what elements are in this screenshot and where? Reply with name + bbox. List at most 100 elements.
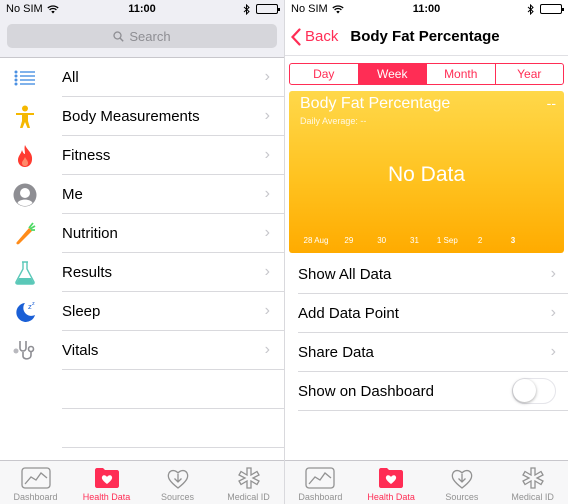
tab-label: Dashboard [13, 492, 58, 502]
category-label: All [62, 68, 79, 86]
empty-row [62, 409, 284, 448]
category-list: All › Body Measurements › Fitness › Me › Nut… [0, 58, 284, 448]
body-fat-chart: Body Fat Percentage -- Daily Average: --… [289, 91, 564, 253]
dashboard-chart-icon [305, 464, 336, 492]
show-on-dashboard-row: Show on Dashboard [298, 372, 568, 411]
show-on-dashboard-toggle[interactable] [512, 378, 556, 404]
page-title: Body Fat Percentage [350, 28, 500, 45]
tab-health-data[interactable]: Health Data [356, 461, 427, 504]
tab-label: Medical ID [227, 492, 270, 502]
search-icon [113, 30, 125, 42]
action-label: Show All Data [298, 265, 392, 283]
sources-heart-icon [450, 464, 474, 492]
tab-sources[interactable]: Sources [427, 461, 498, 504]
category-label: Fitness [62, 146, 111, 164]
category-label: Me [62, 185, 83, 203]
tab-sources[interactable]: Sources [142, 461, 213, 504]
x-tick-label: 30 [377, 236, 387, 245]
period-segment-container: Day Week Month Year [285, 56, 568, 89]
body-fat-detail-screen: No SIM 11:00 Back Body Fat Percentage Da… [284, 0, 568, 504]
medical-star-icon [521, 464, 545, 492]
chevron-right-icon: › [264, 185, 270, 202]
bluetooth-icon [243, 3, 250, 15]
category-label: Vitals [62, 341, 99, 359]
no-data-message: No Data [387, 163, 466, 186]
category-item-vitals[interactable]: Vitals › [0, 331, 284, 370]
status-right-icons [527, 3, 564, 15]
segment-week[interactable]: Week [357, 64, 426, 84]
tab-label: Sources [160, 492, 195, 502]
svg-text:z: z [32, 301, 35, 307]
navigation-bar: Back Body Fat Percentage [285, 18, 568, 56]
x-tick-label: 1 Sep [436, 236, 458, 245]
bluetooth-icon [527, 3, 534, 15]
show-all-data-row[interactable]: Show All Data › [298, 255, 568, 294]
chevron-right-icon: › [550, 343, 556, 360]
segment-year[interactable]: Year [494, 64, 564, 84]
chevron-right-icon: › [264, 341, 270, 358]
medical-star-icon [237, 464, 261, 492]
search-placeholder: Search [129, 28, 171, 44]
search-input[interactable]: Search [7, 24, 277, 48]
flame-icon [0, 144, 50, 168]
status-bar: No SIM 11:00 [285, 0, 568, 18]
x-tick-label: 29 [344, 236, 354, 245]
category-item-sleep[interactable]: zz Sleep › [0, 292, 284, 331]
category-label: Sleep [62, 302, 101, 320]
action-label: Show on Dashboard [298, 382, 434, 400]
chart-current-value: -- [546, 95, 556, 111]
stethoscope-icon [0, 339, 50, 363]
health-folder-icon [94, 464, 120, 492]
carrier-label: No SIM [6, 3, 43, 15]
tab-label: Sources [445, 492, 479, 502]
empty-row [62, 370, 284, 409]
category-item-body-measurements[interactable]: Body Measurements › [0, 97, 284, 136]
wifi-icon [332, 4, 344, 13]
carrier-label: No SIM [291, 3, 328, 15]
category-item-nutrition[interactable]: Nutrition › [0, 214, 284, 253]
chevron-right-icon: › [264, 107, 270, 124]
chart-title: Body Fat Percentage [300, 95, 451, 112]
tab-medical-id[interactable]: Medical ID [213, 461, 284, 504]
category-label: Results [62, 263, 113, 281]
chevron-right-icon: › [264, 302, 270, 319]
body-figure-icon [0, 105, 50, 129]
category-item-results[interactable]: Results › [0, 253, 284, 292]
tab-label: Health Data [82, 492, 131, 502]
add-data-point-row[interactable]: Add Data Point › [298, 294, 568, 333]
chevron-right-icon: › [550, 265, 556, 282]
carrot-icon [0, 221, 50, 246]
tab-health-data[interactable]: Health Data [71, 461, 142, 504]
category-item-fitness[interactable]: Fitness › [0, 136, 284, 175]
x-tick-label: 28 Aug [303, 236, 329, 245]
health-categories-screen: No SIM 11:00 Search All › Body Measuremen… [0, 0, 284, 504]
data-actions-list: Show All Data › Add Data Point › Share D… [285, 255, 568, 411]
tab-bar: Dashboard Health Data Sources Medical ID [0, 460, 284, 504]
category-label: Nutrition [62, 224, 118, 242]
chart-subtitle: Daily Average: -- [300, 116, 367, 126]
segment-day[interactable]: Day [290, 64, 358, 84]
chevron-right-icon: › [264, 146, 270, 163]
segment-month[interactable]: Month [426, 64, 495, 84]
chart-x-axis: 28 Aug 29 30 31 1 Sep 2 3 [289, 233, 564, 253]
x-tick-label: 3 [510, 236, 516, 245]
person-silhouette-icon [0, 183, 50, 207]
battery-icon [540, 4, 564, 14]
tab-label: Medical ID [511, 492, 554, 502]
tab-dashboard[interactable]: Dashboard [0, 461, 71, 504]
back-button[interactable]: Back [285, 27, 338, 46]
carrier-group: No SIM [291, 3, 344, 15]
tab-label: Dashboard [298, 492, 343, 502]
share-data-row[interactable]: Share Data › [298, 333, 568, 372]
category-item-all[interactable]: All › [0, 58, 284, 97]
list-icon [0, 70, 50, 86]
category-item-me[interactable]: Me › [0, 175, 284, 214]
tab-dashboard[interactable]: Dashboard [285, 461, 356, 504]
chevron-right-icon: › [264, 68, 270, 85]
tab-bar: Dashboard Health Data Sources Medical ID [285, 460, 568, 504]
dashboard-chart-icon [20, 464, 51, 492]
tab-medical-id[interactable]: Medical ID [497, 461, 568, 504]
search-bar-container: Search [0, 18, 284, 58]
battery-icon [256, 4, 280, 14]
chevron-right-icon: › [264, 263, 270, 280]
